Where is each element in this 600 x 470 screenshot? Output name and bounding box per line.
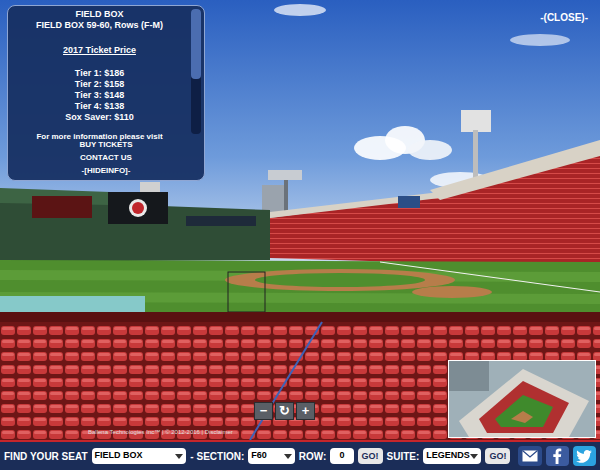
info-title: FIELD BOX — [75, 9, 123, 20]
zoom-button[interactable]: ↻ — [275, 402, 294, 420]
zoom-button[interactable]: + — [296, 402, 315, 420]
suite-select[interactable]: LEGENDS — [423, 448, 481, 464]
price-item: Tier 3: $148 — [65, 90, 134, 101]
suite-value: LEGENDS — [426, 449, 470, 463]
seat-finder-bar: FIND YOUR SEAT FIELD BOX - SECTION: F60 … — [0, 440, 600, 470]
info-links: BUY TICKETS CONTACT US -[HIDEINFO]- — [8, 136, 204, 180]
suite-label: SUITE: — [387, 449, 420, 464]
info-content: FIELD BOX FIELD BOX 59-60, Rows (F-M) 20… — [8, 6, 191, 136]
row-value: 0 — [339, 449, 344, 463]
info-link[interactable]: CONTACT US — [80, 152, 132, 163]
facebook-icon[interactable] — [546, 446, 569, 466]
row-go-button[interactable]: GO! — [358, 448, 383, 464]
price-heading: 2017 Ticket Price — [63, 45, 136, 56]
mini-map[interactable] — [448, 360, 596, 438]
mail-icon[interactable] — [518, 446, 541, 466]
twitter-icon[interactable] — [573, 446, 596, 466]
section-select[interactable]: F60 — [248, 448, 295, 464]
price-item: Tier 4: $138 — [65, 101, 134, 112]
price-item: Tier 2: $158 — [65, 79, 134, 90]
app: FIELD BOX FIELD BOX 59-60, Rows (F-M) 20… — [0, 0, 600, 470]
zoom-controls: −↻+ — [254, 402, 315, 420]
dropdown-arrow-icon — [284, 454, 292, 459]
row-label: ROW: — [299, 449, 327, 464]
credits: Ballena Technologies Inc™ | © 2012-2016 … — [88, 428, 233, 436]
section-type-select[interactable]: FIELD BOX — [92, 448, 187, 464]
row-input[interactable]: 0 — [330, 448, 353, 464]
close-button[interactable]: -(CLOSE)- — [540, 10, 588, 25]
info-link[interactable]: BUY TICKETS — [79, 139, 132, 150]
price-list: Tier 1: $186Tier 2: $158Tier 3: $148Tier… — [65, 68, 134, 123]
section-value: F60 — [251, 449, 267, 463]
dropdown-arrow-icon — [470, 454, 478, 459]
stadium-view[interactable]: FIELD BOX FIELD BOX 59-60, Rows (F-M) 20… — [0, 0, 600, 440]
zoom-button[interactable]: − — [254, 402, 273, 420]
info-scrollbar[interactable] — [191, 9, 201, 134]
dropdown-arrow-icon — [175, 454, 183, 459]
section-type-value: FIELD BOX — [95, 449, 143, 463]
info-subtitle: FIELD BOX 59-60, Rows (F-M) — [36, 20, 163, 31]
info-panel: FIELD BOX FIELD BOX 59-60, Rows (F-M) 20… — [7, 5, 205, 181]
scroll-thumb[interactable] — [191, 9, 201, 79]
section-label: - SECTION: — [190, 449, 244, 464]
info-link[interactable]: -[HIDEINFO]- — [82, 165, 131, 176]
find-seat-label: FIND YOUR SEAT — [4, 449, 88, 464]
price-item: Tier 1: $186 — [65, 68, 134, 79]
suite-go-button[interactable]: GO! — [485, 448, 510, 464]
price-item: Sox Saver: $110 — [65, 112, 134, 123]
